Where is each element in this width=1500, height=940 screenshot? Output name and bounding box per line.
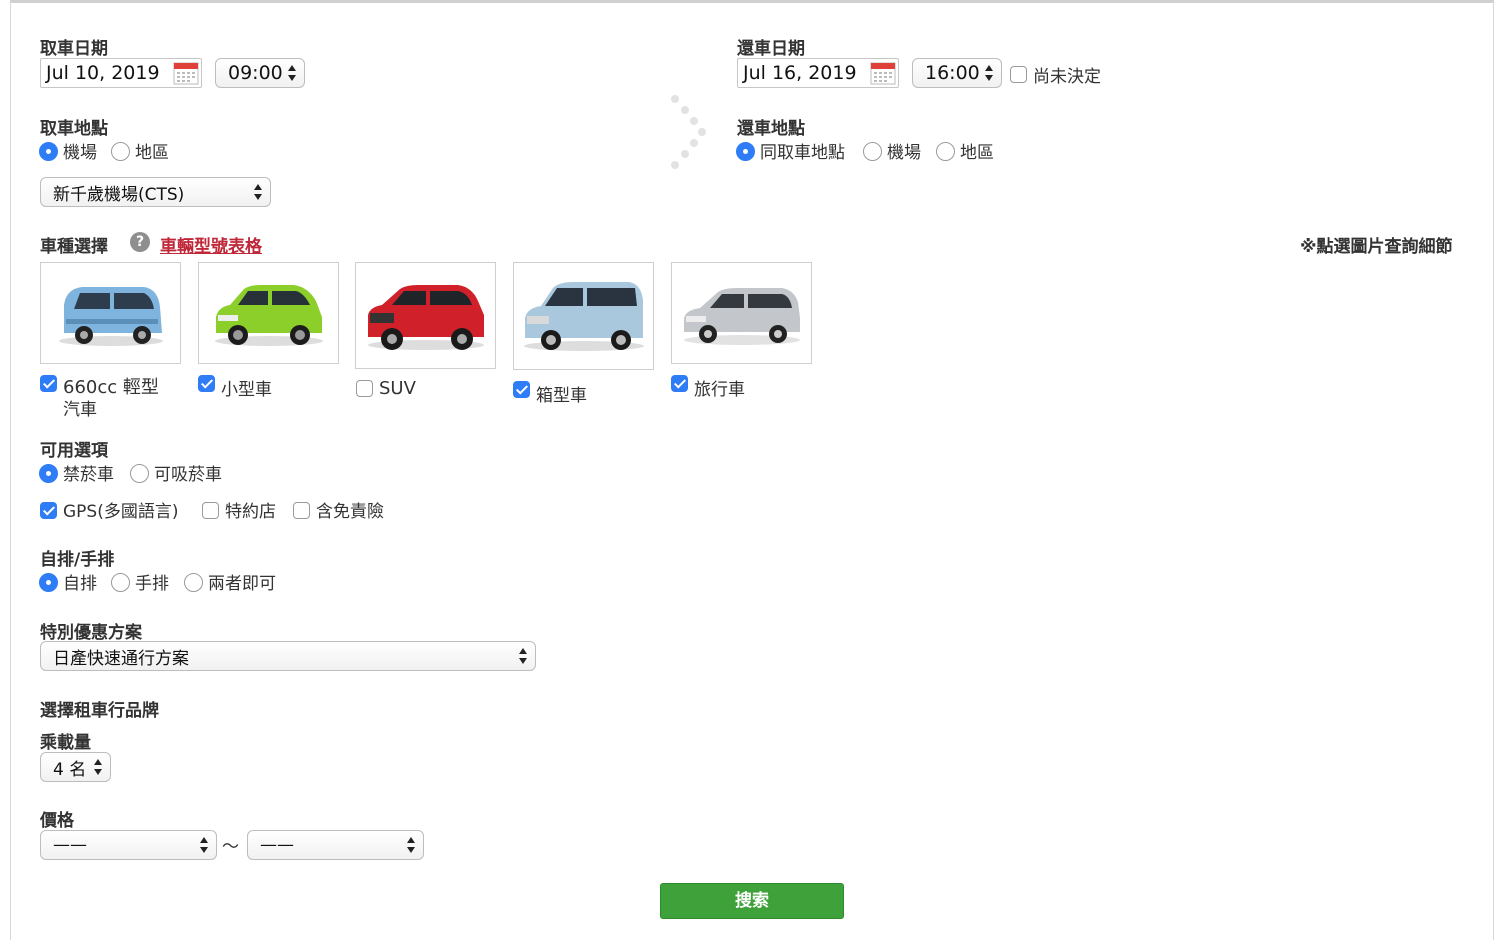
car-image-wagon[interactable] bbox=[671, 262, 812, 364]
car-type-compact-checkbox[interactable] bbox=[198, 375, 215, 392]
promo-value: 日產快速通行方案 bbox=[53, 648, 189, 669]
car-image-kei[interactable] bbox=[40, 262, 181, 364]
partner-store-label: 特約店 bbox=[225, 502, 276, 522]
return-time-value: 16:00 bbox=[925, 62, 980, 84]
pickup-airport-select[interactable]: 新千歲機場(CTS) bbox=[40, 177, 271, 207]
calendar-icon[interactable] bbox=[870, 61, 896, 85]
return-date-input[interactable]: Jul 16, 2019 bbox=[737, 58, 899, 88]
select-arrows-icon bbox=[288, 65, 296, 81]
pickup-time-value: 09:00 bbox=[228, 62, 283, 84]
select-arrows-icon bbox=[254, 184, 262, 200]
pickup-time-select[interactable]: 09:00 bbox=[215, 58, 305, 88]
return-airport-label: 機場 bbox=[887, 143, 921, 163]
direction-dot bbox=[681, 106, 689, 114]
undecided-label: 尚未決定 bbox=[1033, 67, 1101, 87]
price-max-select[interactable]: —— bbox=[247, 830, 424, 860]
select-arrows-icon bbox=[519, 648, 527, 664]
brand-label: 選擇租車行品牌 bbox=[40, 701, 159, 721]
price-max-value: —— bbox=[260, 835, 294, 855]
manual-radio[interactable] bbox=[111, 573, 130, 592]
return-same-label: 同取車地點 bbox=[760, 143, 845, 163]
either-radio[interactable] bbox=[184, 573, 203, 592]
undecided-checkbox[interactable] bbox=[1010, 66, 1027, 83]
search-button[interactable]: 搜索 bbox=[660, 883, 844, 919]
pickup-date-value: Jul 10, 2019 bbox=[46, 62, 160, 84]
direction-dot bbox=[671, 95, 679, 103]
gps-checkbox[interactable] bbox=[40, 502, 57, 519]
automatic-radio[interactable] bbox=[39, 573, 58, 592]
calendar-icon[interactable] bbox=[173, 61, 199, 85]
return-time-select[interactable]: 16:00 bbox=[912, 58, 1002, 88]
return-same-radio[interactable] bbox=[736, 142, 755, 161]
suv-car-image bbox=[367, 284, 484, 350]
return-region-radio[interactable] bbox=[936, 142, 955, 161]
car-model-table-link[interactable]: 車輛型號表格 bbox=[160, 232, 262, 257]
promo-select[interactable]: 日產快速通行方案 bbox=[40, 641, 536, 671]
select-arrows-icon bbox=[200, 837, 208, 853]
pickup-airport-radio[interactable] bbox=[39, 142, 58, 161]
pickup-date-label: 取車日期 bbox=[40, 39, 108, 59]
car-type-suv-label: SUV bbox=[379, 378, 416, 399]
kei-car-image bbox=[58, 287, 163, 346]
car-image-suv[interactable] bbox=[355, 262, 496, 369]
insurance-checkbox[interactable] bbox=[293, 502, 310, 519]
smoking-label: 可吸菸車 bbox=[154, 465, 222, 485]
compact-car-image bbox=[214, 285, 323, 346]
direction-dot bbox=[690, 139, 698, 147]
question-circle-icon[interactable]: ? bbox=[130, 232, 150, 252]
options-label: 可用選項 bbox=[40, 441, 108, 461]
price-min-value: —— bbox=[53, 835, 87, 855]
form-frame bbox=[10, 0, 1494, 940]
transmission-label: 自排/手排 bbox=[40, 550, 115, 570]
automatic-label: 自排 bbox=[63, 574, 97, 594]
select-arrows-icon bbox=[985, 65, 993, 81]
car-type-suv-checkbox[interactable] bbox=[356, 380, 373, 397]
direction-dot bbox=[698, 128, 706, 136]
car-type-wagon-checkbox[interactable] bbox=[671, 375, 688, 392]
price-min-select[interactable]: —— bbox=[40, 830, 217, 860]
price-range-separator: 〜 bbox=[222, 837, 239, 857]
car-type-label: 車種選擇 bbox=[40, 237, 108, 257]
direction-dot bbox=[690, 117, 698, 125]
return-date-label: 還車日期 bbox=[737, 39, 805, 59]
select-arrows-icon bbox=[407, 837, 415, 853]
either-label: 兩者即可 bbox=[208, 574, 276, 594]
car-type-wagon-label: 旅行車 bbox=[694, 380, 745, 400]
pickup-region-label: 地區 bbox=[135, 143, 169, 163]
non-smoking-label: 禁菸車 bbox=[63, 465, 114, 485]
select-arrows-icon bbox=[94, 759, 102, 775]
direction-dot bbox=[681, 150, 689, 158]
pickup-region-radio[interactable] bbox=[111, 142, 130, 161]
car-type-compact-label: 小型車 bbox=[221, 380, 272, 400]
return-location-label: 還車地點 bbox=[737, 119, 805, 139]
return-region-label: 地區 bbox=[960, 143, 994, 163]
direction-dot bbox=[671, 161, 679, 169]
capacity-select[interactable]: 4 名 bbox=[40, 752, 111, 782]
non-smoking-radio[interactable] bbox=[39, 464, 58, 483]
car-type-kei-label-line2: 汽車 bbox=[63, 400, 97, 420]
insurance-label: 含免責險 bbox=[316, 502, 384, 522]
manual-label: 手排 bbox=[135, 574, 169, 594]
capacity-value: 4 名 bbox=[53, 759, 87, 780]
car-image-van[interactable] bbox=[513, 262, 654, 370]
return-airport-radio[interactable] bbox=[863, 142, 882, 161]
car-type-van-label: 箱型車 bbox=[536, 386, 587, 406]
partner-store-checkbox[interactable] bbox=[202, 502, 219, 519]
wagon-car-image bbox=[683, 288, 800, 345]
pickup-date-input[interactable]: Jul 10, 2019 bbox=[40, 58, 202, 88]
gps-label: GPS(多國語言) bbox=[63, 502, 179, 522]
promo-label: 特別優惠方案 bbox=[40, 623, 142, 643]
car-type-van-checkbox[interactable] bbox=[513, 381, 530, 398]
car-type-kei-checkbox[interactable] bbox=[40, 375, 57, 392]
pickup-airport-label: 機場 bbox=[63, 143, 97, 163]
capacity-label: 乘載量 bbox=[40, 733, 91, 753]
pickup-location-label: 取車地點 bbox=[40, 119, 108, 139]
return-date-value: Jul 16, 2019 bbox=[743, 62, 857, 84]
car-image-compact[interactable] bbox=[198, 262, 339, 364]
click-image-note: ※點選圖片查詢細節 bbox=[1300, 237, 1453, 257]
price-label: 價格 bbox=[40, 811, 74, 831]
smoking-radio[interactable] bbox=[130, 464, 149, 483]
pickup-airport-value: 新千歲機場(CTS) bbox=[53, 184, 185, 205]
van-car-image bbox=[523, 282, 644, 351]
